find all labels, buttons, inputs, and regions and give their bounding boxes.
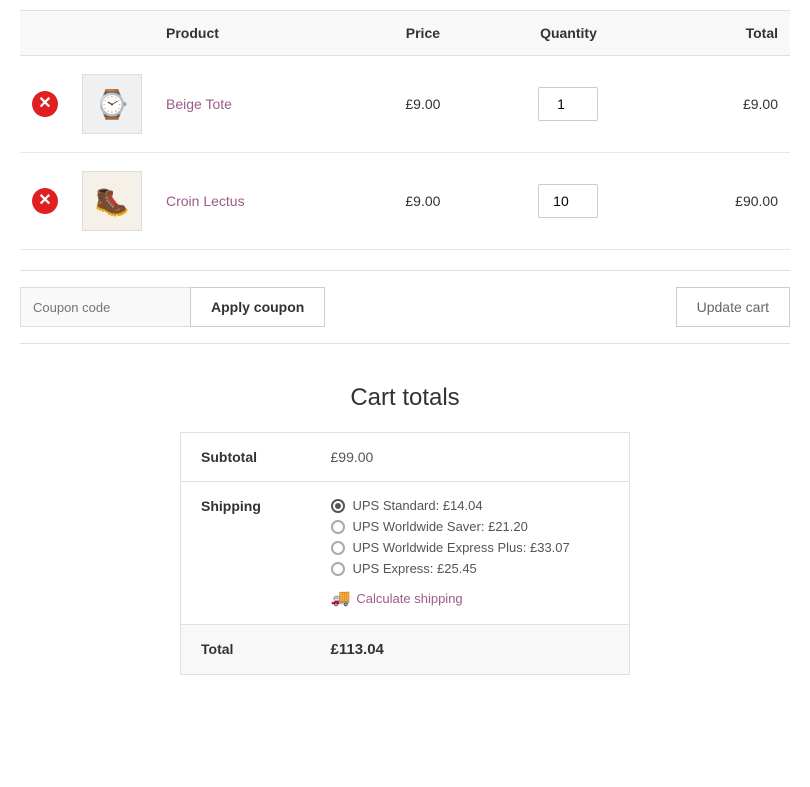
shipping-option-label: UPS Express: £25.45 <box>353 561 477 576</box>
totals-table: Subtotal £99.00 Shipping UPS Standard: £… <box>180 432 630 675</box>
shipping-option-label: UPS Worldwide Express Plus: £33.07 <box>353 540 570 555</box>
radio-icon[interactable] <box>331 541 345 555</box>
apply-coupon-button[interactable]: Apply coupon <box>190 287 325 327</box>
subtotal-label: Subtotal <box>181 433 311 482</box>
remove-item-button[interactable]: ✕ <box>32 188 58 214</box>
truck-icon: 🚚 <box>331 588 351 608</box>
cart-table: Product Price Quantity Total ✕ ⌚ Beige T… <box>20 10 790 250</box>
product-image: ⌚ <box>82 74 142 134</box>
calculate-shipping-text: Calculate shipping <box>356 591 462 606</box>
coupon-input[interactable] <box>20 287 190 327</box>
product-link[interactable]: Croin Lectus <box>166 193 245 209</box>
subtotal-row: Subtotal £99.00 <box>181 433 630 482</box>
shipping-option[interactable]: UPS Worldwide Saver: £21.20 <box>331 519 610 534</box>
col-total-header: Total <box>654 11 790 56</box>
cart-totals-section: Cart totals Subtotal £99.00 Shipping UPS… <box>180 384 630 675</box>
shipping-option-label: UPS Standard: £14.04 <box>353 498 483 513</box>
shipping-option[interactable]: UPS Standard: £14.04 <box>331 498 610 513</box>
product-total: £90.00 <box>654 153 790 250</box>
radio-icon[interactable] <box>331 499 345 513</box>
col-image-header <box>70 11 154 56</box>
shipping-row: Shipping UPS Standard: £14.04 UPS Worldw… <box>181 482 630 625</box>
product-total: £9.00 <box>654 56 790 153</box>
update-cart-button[interactable]: Update cart <box>676 287 790 327</box>
remove-item-button[interactable]: ✕ <box>32 91 58 117</box>
total-value: £113.04 <box>311 625 630 675</box>
total-label: Total <box>181 625 311 675</box>
col-product-header: Product <box>154 11 363 56</box>
coupon-row: Apply coupon Update cart <box>20 270 790 344</box>
cart-totals-title: Cart totals <box>180 384 630 412</box>
table-row: ✕ 🥾 Croin Lectus £9.00 £90.00 <box>20 153 790 250</box>
radio-icon[interactable] <box>331 520 345 534</box>
col-remove-header <box>20 11 70 56</box>
quantity-input[interactable] <box>538 184 598 218</box>
radio-icon[interactable] <box>331 562 345 576</box>
shipping-options-list: UPS Standard: £14.04 UPS Worldwide Saver… <box>331 498 610 576</box>
coupon-left: Apply coupon <box>20 287 325 327</box>
quantity-input[interactable] <box>538 87 598 121</box>
total-row: Total £113.04 <box>181 625 630 675</box>
calculate-shipping-link[interactable]: 🚚 Calculate shipping <box>331 588 610 608</box>
shipping-options-cell: UPS Standard: £14.04 UPS Worldwide Saver… <box>311 482 630 625</box>
col-price-header: Price <box>363 11 483 56</box>
cart-wrapper: Product Price Quantity Total ✕ ⌚ Beige T… <box>0 0 810 705</box>
product-link[interactable]: Beige Tote <box>166 96 232 112</box>
shipping-option[interactable]: UPS Worldwide Express Plus: £33.07 <box>331 540 610 555</box>
shipping-option[interactable]: UPS Express: £25.45 <box>331 561 610 576</box>
shipping-option-label: UPS Worldwide Saver: £21.20 <box>353 519 528 534</box>
shipping-label: Shipping <box>181 482 311 625</box>
product-price: £9.00 <box>363 153 483 250</box>
product-image: 🥾 <box>82 171 142 231</box>
product-price: £9.00 <box>363 56 483 153</box>
col-quantity-header: Quantity <box>483 11 654 56</box>
table-row: ✕ ⌚ Beige Tote £9.00 £9.00 <box>20 56 790 153</box>
subtotal-value: £99.00 <box>311 433 630 482</box>
